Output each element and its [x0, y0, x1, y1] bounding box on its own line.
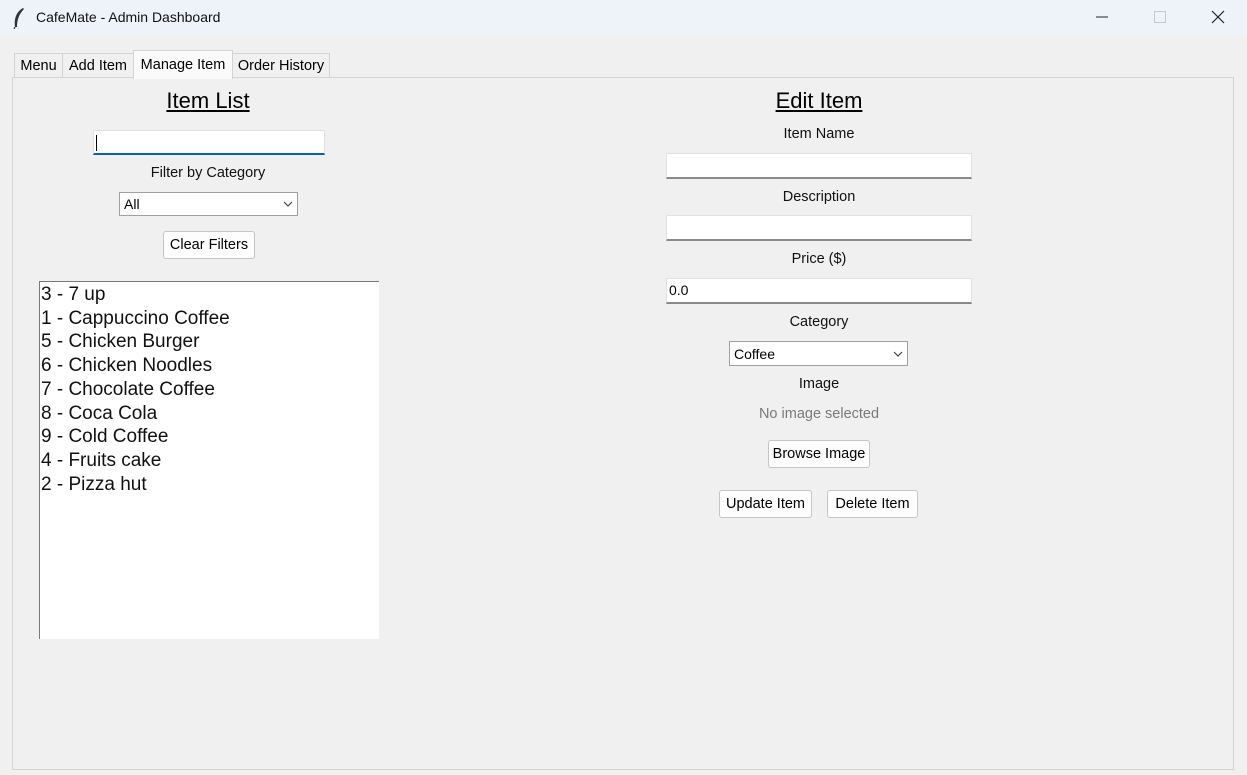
- list-item[interactable]: 7 - Chocolate Coffee: [40, 378, 379, 402]
- search-input[interactable]: [93, 130, 325, 155]
- minimize-icon: [1096, 16, 1108, 18]
- description-field[interactable]: [666, 215, 972, 241]
- list-item[interactable]: 5 - Chicken Burger: [40, 330, 379, 354]
- list-item[interactable]: 8 - Coca Cola: [40, 402, 379, 426]
- item-listbox[interactable]: 3 - 7 up 1 - Cappuccino Coffee 5 - Chick…: [39, 281, 379, 639]
- category-value: Coffee: [734, 345, 775, 362]
- filter-category-label: Filter by Category: [150, 165, 266, 181]
- tab-order-history[interactable]: Order History: [232, 53, 330, 77]
- category-label: Category: [789, 314, 849, 330]
- browse-image-button[interactable]: Browse Image: [768, 440, 870, 468]
- item-name-label: Item Name: [783, 126, 855, 142]
- filter-category-value: All: [124, 196, 140, 212]
- minimize-button[interactable]: [1073, 0, 1131, 34]
- chevron-down-icon: [283, 201, 293, 207]
- image-status: No image selected: [758, 406, 880, 422]
- maximize-button[interactable]: [1131, 0, 1189, 34]
- tab-manage-item[interactable]: Manage Item: [133, 50, 233, 79]
- delete-item-button[interactable]: Delete Item: [827, 490, 918, 518]
- item-list-heading: Item List: [166, 88, 250, 113]
- tab-add-item[interactable]: Add Item: [62, 53, 134, 77]
- maximize-icon: [1154, 11, 1166, 23]
- item-name-field[interactable]: [666, 153, 972, 179]
- list-item[interactable]: 3 - 7 up: [40, 283, 379, 307]
- list-item[interactable]: 4 - Fruits cake: [40, 449, 379, 473]
- list-item[interactable]: 9 - Cold Coffee: [40, 425, 379, 449]
- update-item-button[interactable]: Update Item: [719, 490, 812, 518]
- list-item[interactable]: 1 - Cappuccino Coffee: [40, 307, 379, 331]
- close-icon: [1211, 10, 1225, 24]
- text-cursor: [96, 135, 97, 152]
- list-item[interactable]: 2 - Pizza hut: [40, 473, 379, 497]
- description-label: Description: [782, 189, 856, 205]
- tab-menu[interactable]: Menu: [14, 53, 63, 77]
- close-button[interactable]: [1189, 0, 1247, 34]
- price-label: Price ($): [791, 251, 847, 267]
- window-title: CafeMate - Admin Dashboard: [36, 9, 221, 25]
- edit-item-heading: Edit Item: [775, 88, 863, 113]
- list-item[interactable]: 6 - Chicken Noodles: [40, 354, 379, 378]
- chevron-down-icon: [893, 351, 903, 357]
- filter-category-select[interactable]: All: [119, 192, 298, 216]
- clear-filters-button[interactable]: Clear Filters: [163, 231, 255, 259]
- price-field[interactable]: 0.0: [666, 278, 972, 304]
- image-label: Image: [798, 376, 840, 392]
- category-select[interactable]: Coffee: [729, 341, 908, 366]
- feather-icon: [13, 8, 24, 29]
